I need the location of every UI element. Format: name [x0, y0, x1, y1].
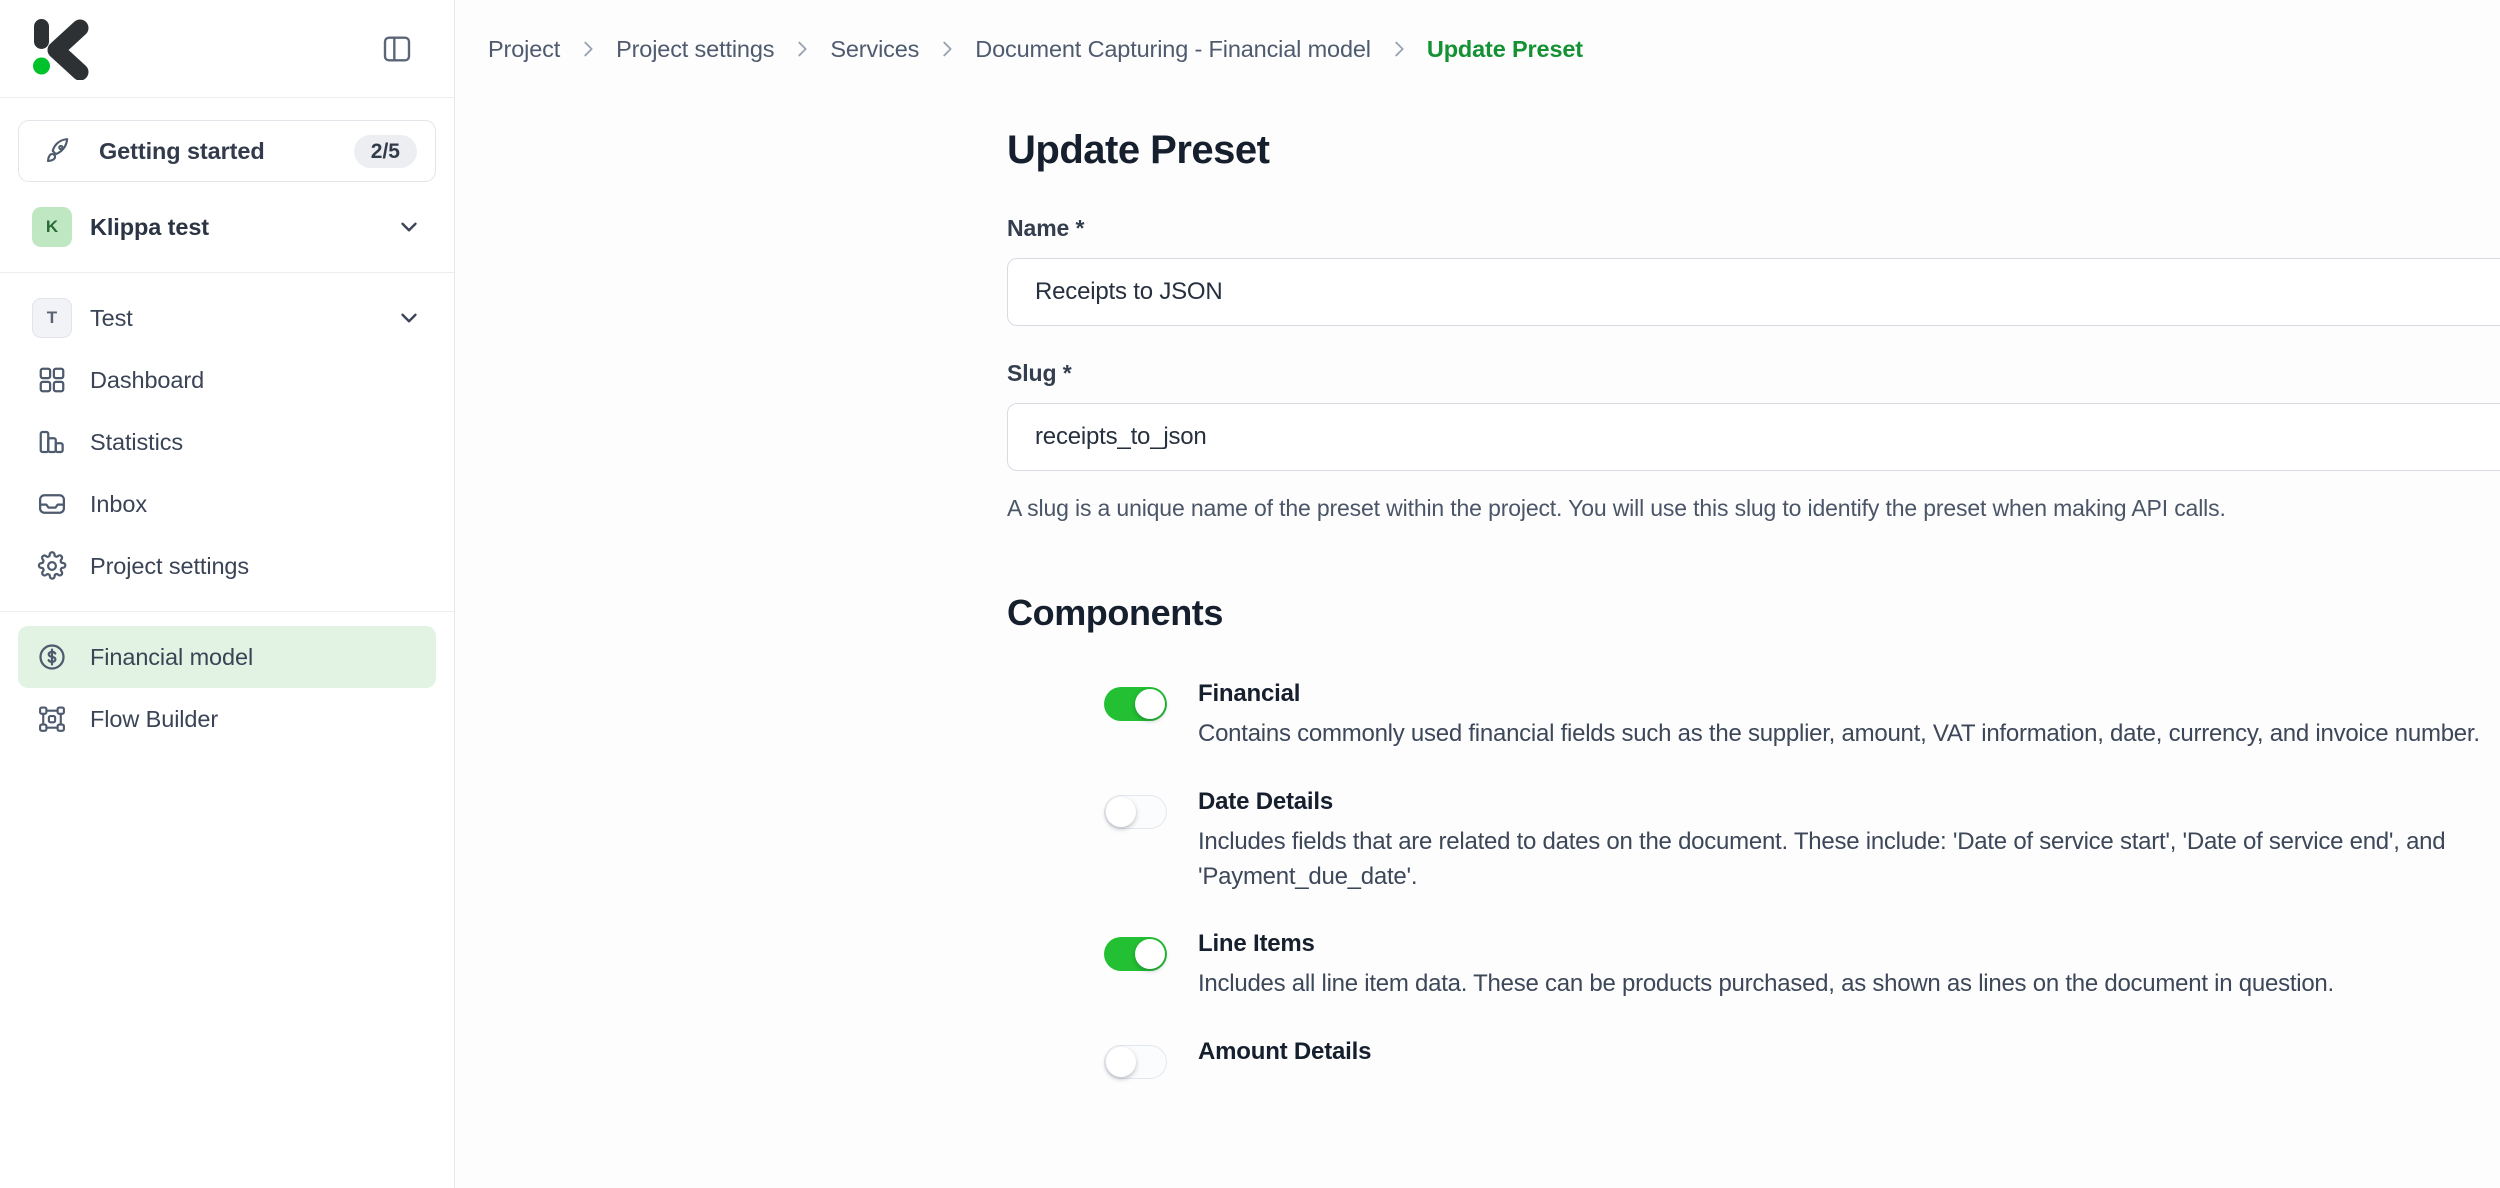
organization-label: Klippa test: [90, 213, 210, 240]
component-description: Includes fields that are related to date…: [1198, 827, 2446, 890]
chevron-down-icon[interactable]: [396, 214, 422, 240]
slug-field-group: Slug *: [1007, 360, 2500, 471]
klippa-logo: [28, 18, 94, 80]
sidebar-item-label: Financial model: [90, 643, 254, 670]
sidebar-item-financial-model[interactable]: Financial model: [18, 626, 436, 688]
slug-helper-text: A slug is a unique name of the preset wi…: [1007, 495, 2226, 521]
rocket-icon: [39, 131, 79, 171]
component-name: Line Items: [1198, 930, 1315, 958]
getting-started-card[interactable]: Getting started 2/5: [18, 120, 436, 182]
sidebar-collapse-icon[interactable]: [374, 26, 420, 72]
component-row-date-details: Date Details Includes fields that are re…: [1104, 788, 2500, 895]
preset-form: Update Preset Name * Slug * A slug is a …: [455, 98, 2500, 1080]
getting-started-badge: 2/5: [353, 134, 417, 168]
chevron-right-icon: [791, 38, 813, 60]
flow-nodes-icon: [32, 699, 72, 739]
sidebar: Getting started 2/5 K Klippa test T Test: [0, 0, 455, 1188]
breadcrumb-item-services[interactable]: Services: [830, 36, 919, 63]
inbox-icon: [32, 484, 72, 524]
grid-icon: [32, 360, 72, 400]
component-description: Includes all line item data. These can b…: [1198, 970, 2334, 998]
component-toggle-amount-details[interactable]: [1104, 1045, 1167, 1080]
sidebar-item-label: Statistics: [90, 428, 184, 455]
sidebar-item-project-settings[interactable]: Project settings: [18, 535, 436, 597]
chevron-right-icon: [577, 38, 599, 60]
component-row-financial: Financial Contains commonly used financi…: [1104, 680, 2500, 752]
sidebar-item-label: Project settings: [90, 552, 250, 579]
chevron-down-icon[interactable]: [396, 305, 422, 331]
gear-icon: [32, 546, 72, 586]
app-root: Getting started 2/5 K Klippa test T Test: [0, 0, 2500, 1188]
component-name: Amount Details: [1198, 1038, 1372, 1066]
sidebar-item-label: Inbox: [90, 490, 147, 517]
component-description: Contains commonly used financial fields …: [1198, 720, 2480, 747]
dollar-circle-icon: [32, 637, 72, 677]
project-label: Test: [90, 304, 133, 331]
name-field-label: Name *: [1007, 215, 1085, 241]
slug-input[interactable]: [1007, 403, 2500, 471]
component-row-amount-details: Amount Details: [1104, 1038, 2500, 1080]
slug-field-label: Slug *: [1007, 360, 1072, 386]
components-list: Financial Contains commonly used financi…: [1007, 680, 2500, 1080]
breadcrumb-item-project[interactable]: Project: [488, 36, 560, 63]
sidebar-header: [0, 0, 454, 98]
organization-avatar: K: [32, 207, 72, 247]
bar-chart-icon: [32, 422, 72, 462]
components-header: Components Toggle all: [1007, 580, 2500, 646]
organization-section: K Klippa test: [0, 182, 454, 272]
name-input[interactable]: [1007, 258, 2500, 326]
component-row-line-items: Line Items Includes all line item data. …: [1104, 930, 2500, 1002]
breadcrumb-item-document-capturing[interactable]: Document Capturing - Financial model: [975, 36, 1371, 63]
name-field-group: Name *: [1007, 215, 2500, 326]
project-avatar: T: [32, 298, 72, 338]
sidebar-item-statistics[interactable]: Statistics: [18, 411, 436, 473]
sidebar-item-flow-builder[interactable]: Flow Builder: [18, 688, 436, 750]
breadcrumb-item-project-settings[interactable]: Project settings: [616, 36, 774, 63]
main-content: Project Project settings Services Docume…: [455, 0, 2500, 1188]
sidebar-item-inbox[interactable]: Inbox: [18, 473, 436, 535]
component-name: Date Details: [1198, 787, 1333, 815]
chevron-right-icon: [936, 38, 958, 60]
getting-started-label: Getting started: [99, 137, 265, 164]
sidebar-item-label: Dashboard: [90, 366, 205, 393]
page-title: Update Preset: [1007, 128, 1270, 172]
component-toggle-financial[interactable]: [1104, 687, 1167, 721]
components-title: Components: [1007, 592, 1223, 633]
breadcrumb-item-update-preset: Update Preset: [1426, 35, 1583, 62]
component-toggle-line-items[interactable]: [1104, 937, 1167, 972]
sidebar-item-project[interactable]: T Test: [18, 287, 436, 349]
component-name: Financial: [1198, 680, 1301, 707]
component-toggle-date-details[interactable]: [1104, 794, 1167, 829]
sidebar-item-label: Flow Builder: [90, 705, 219, 732]
chevron-right-icon: [1388, 38, 1410, 60]
sidebar-item-dashboard[interactable]: Dashboard: [18, 349, 436, 411]
services-section: Financial model Flow Builder: [0, 612, 454, 764]
breadcrumb: Project Project settings Services Docume…: [455, 0, 2500, 98]
sidebar-item-organization[interactable]: K Klippa test: [18, 196, 436, 258]
project-nav-section: T Test Dashboard Statistics Inbox Projec…: [0, 273, 454, 611]
